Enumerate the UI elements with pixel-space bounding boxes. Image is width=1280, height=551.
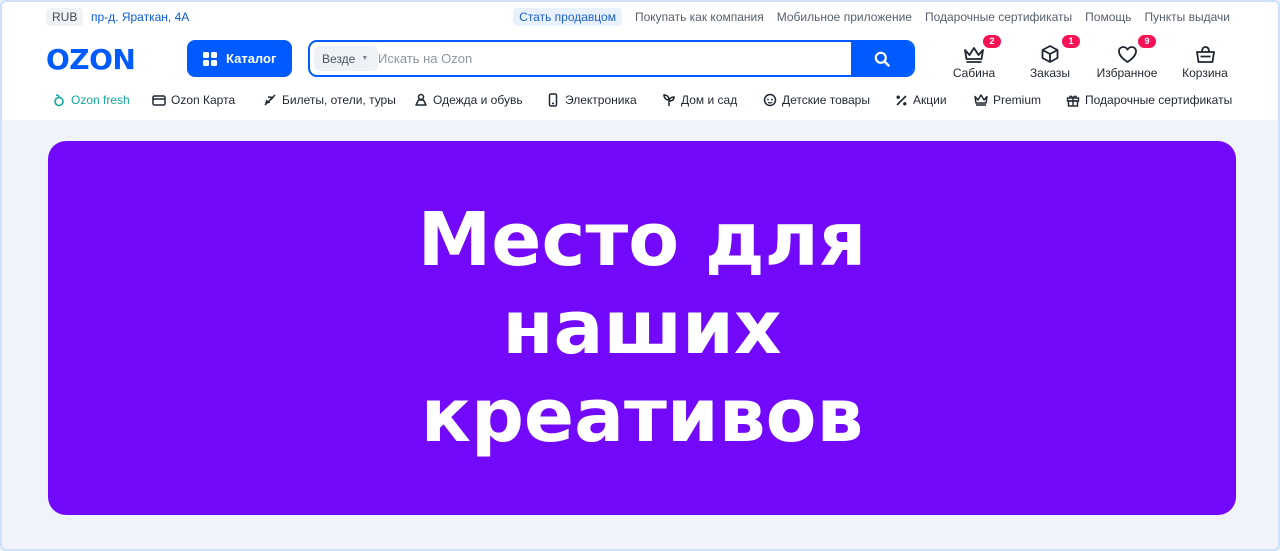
top-links: Стать продавцом Покупать как компания Мо… <box>513 8 1230 26</box>
category-clothes[interactable]: Одежда и обувь <box>414 93 523 107</box>
gift-icon <box>1066 93 1080 107</box>
category-label: Ozon Карта <box>171 93 236 107</box>
page-frame: RUB пр-д. Яраткан, 4А Стать продавцом По… <box>0 0 1280 551</box>
grid-icon <box>203 51 217 66</box>
category-premium[interactable]: Premium <box>974 93 1041 107</box>
site-header: RUB пр-д. Яраткан, 4А Стать продавцом По… <box>2 2 1278 120</box>
catalog-button[interactable]: Каталог <box>187 40 292 77</box>
top-utility-bar: RUB пр-д. Яраткан, 4А Стать продавцом По… <box>2 8 1278 26</box>
category-label: Подарочные сертификаты <box>1085 93 1233 107</box>
plant-icon <box>662 93 676 107</box>
premium-crown-icon <box>974 93 988 107</box>
pickup-points-link[interactable]: Пункты выдачи <box>1145 8 1230 26</box>
promo-banner[interactable]: Место для наших креативов <box>48 141 1236 515</box>
search-scope-label: Везде <box>322 51 356 66</box>
category-electronics[interactable]: Электроника <box>546 93 637 107</box>
search-icon <box>874 51 890 67</box>
banner-headline: Место для наших креативов <box>417 197 867 459</box>
category-nav: Ozon fresh Ozon Карта Билеты, отели, тур… <box>2 93 1278 109</box>
category-ozon-card[interactable]: Ozon Карта <box>152 93 235 107</box>
category-label: Акции <box>913 93 947 107</box>
profile-badge: 2 <box>983 35 1001 48</box>
mobile-app-link[interactable]: Мобильное приложение <box>777 8 912 26</box>
favorites-badge: 9 <box>1138 35 1156 48</box>
search-bar: Везде ▼ <box>308 40 915 77</box>
orders-button[interactable]: 1 Заказы <box>1015 35 1085 80</box>
become-seller-link[interactable]: Стать продавцом <box>513 8 622 26</box>
category-label: Ozon fresh <box>71 93 130 107</box>
phone-icon <box>546 93 560 107</box>
category-promotions[interactable]: Акции <box>894 93 947 107</box>
ozon-logo[interactable]: OZON <box>46 43 136 76</box>
card-icon <box>152 93 166 107</box>
header-actions: 2 Сабина 1 Заказы 9 Избранное Корзина <box>939 35 1242 82</box>
baby-icon <box>763 93 777 107</box>
category-kids[interactable]: Детские товары <box>763 93 870 107</box>
search-button[interactable] <box>851 42 913 75</box>
orders-badge: 1 <box>1062 35 1080 48</box>
profile-label: Сабина <box>952 66 996 80</box>
category-label: Дом и сад <box>681 93 738 107</box>
favorites-button[interactable]: 9 Избранное <box>1092 35 1162 80</box>
cart-label: Корзина <box>1182 66 1228 80</box>
profile-button[interactable]: 2 Сабина <box>939 35 1009 80</box>
search-input[interactable] <box>378 42 848 75</box>
category-home-garden[interactable]: Дом и сад <box>662 93 737 107</box>
buy-as-company-link[interactable]: Покупать как компания <box>635 8 764 26</box>
category-label: Электроника <box>565 93 637 107</box>
category-ozon-fresh[interactable]: Ozon fresh <box>52 93 130 107</box>
gift-cards-link[interactable]: Подарочные сертификаты <box>925 8 1072 26</box>
category-label: Premium <box>993 93 1042 107</box>
favorites-label: Избранное <box>1096 66 1158 80</box>
search-scope-dropdown[interactable]: Везде ▼ <box>314 46 379 71</box>
crown-icon <box>964 47 984 63</box>
clothes-icon <box>414 93 428 107</box>
cart-icon <box>1195 46 1215 63</box>
category-label: Билеты, отели, туры <box>282 93 396 107</box>
category-gift-cards[interactable]: Подарочные сертификаты <box>1066 93 1232 107</box>
category-travel[interactable]: Билеты, отели, туры <box>263 93 396 107</box>
currency-selector[interactable]: RUB <box>46 8 84 26</box>
fresh-icon <box>52 93 66 107</box>
box-icon <box>1041 45 1059 63</box>
delivery-address[interactable]: пр-д. Яраткан, 4А <box>91 10 189 24</box>
heart-icon <box>1117 46 1137 63</box>
catalog-label: Каталог <box>226 51 277 66</box>
caret-down-icon: ▼ <box>361 55 369 62</box>
category-label: Одежда и обувь <box>433 93 523 107</box>
category-label: Детские товары <box>782 93 870 107</box>
orders-label: Заказы <box>1029 66 1071 80</box>
help-link[interactable]: Помощь <box>1085 8 1131 26</box>
plane-icon <box>263 93 277 107</box>
percent-icon <box>894 93 908 107</box>
cart-button[interactable]: Корзина <box>1170 42 1240 80</box>
